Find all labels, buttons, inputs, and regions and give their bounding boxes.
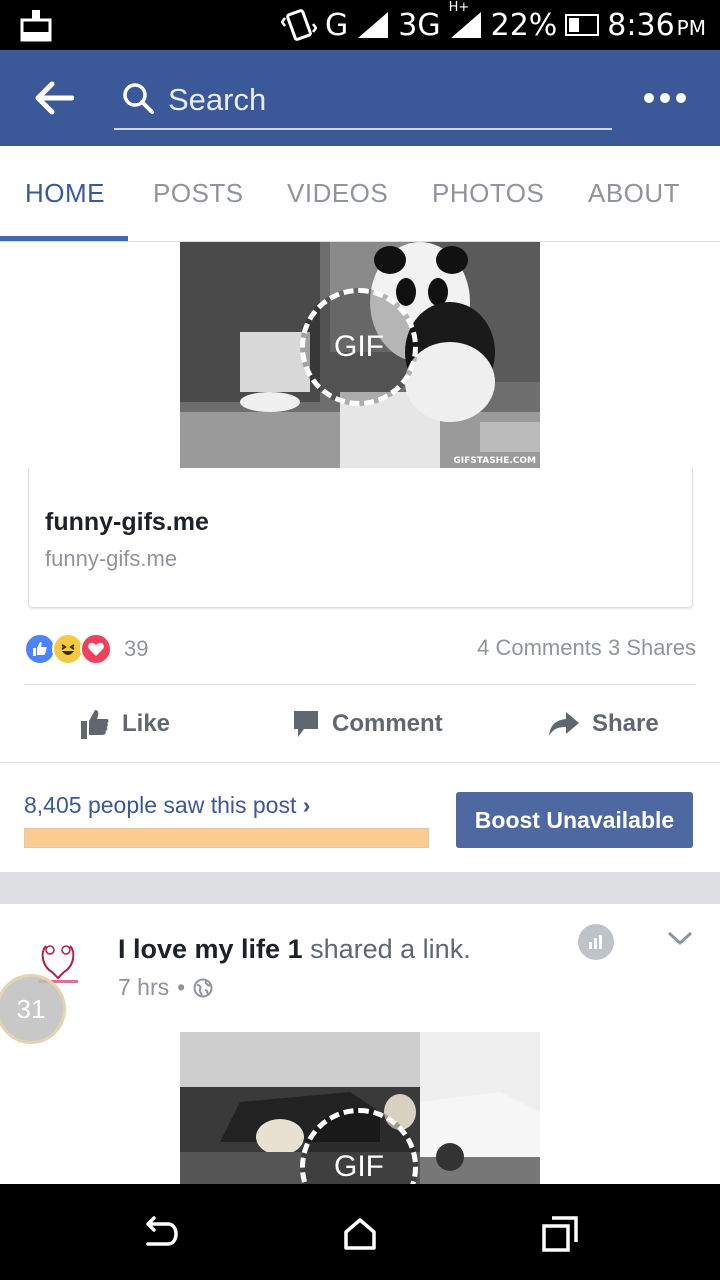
comment-label: Comment [332, 710, 443, 737]
post-actions: Like Comment Share [0, 690, 720, 760]
shares-count[interactable]: 3 Shares [608, 635, 696, 660]
comment-button[interactable]: Comment [292, 706, 443, 742]
post-action-text: shared a link. [310, 934, 471, 964]
tab-about[interactable]: ABOUT [588, 178, 680, 209]
reactions-summary[interactable]: 39 [24, 632, 148, 666]
link-title[interactable]: funny-gifs.me [45, 508, 209, 537]
gif-image[interactable]: GIF [180, 1032, 540, 1184]
comments-shares-summary[interactable]: 4 Comments 3 Shares [477, 635, 696, 661]
status-bar: G 3G H+ 22% 8:36 PM [0, 0, 720, 50]
reach-progress-bar [24, 828, 429, 848]
vibrate-icon [281, 9, 318, 41]
reach-progress-fill [25, 829, 428, 847]
like-label: Like [122, 710, 171, 737]
battery-icon [565, 14, 600, 36]
thumbs-up-icon [81, 710, 109, 739]
gif-badge[interactable]: GIF [300, 288, 418, 406]
love-reaction-icon [80, 633, 112, 665]
post-reach-link[interactable]: 8,405 people saw this post › [24, 792, 310, 819]
app-header [0, 50, 720, 146]
network-3g-label: 3G [398, 7, 441, 43]
back-arrow-icon[interactable] [34, 80, 74, 116]
nav-home-icon[interactable] [340, 1214, 380, 1254]
search-box[interactable] [114, 80, 612, 130]
share-arrow-icon [549, 712, 579, 736]
post-meta: 7 hrs • [118, 974, 213, 1001]
tab-videos[interactable]: VIDEOS [287, 178, 388, 209]
insights-icon[interactable] [578, 924, 614, 960]
share-button[interactable]: Share [548, 706, 659, 742]
globe-icon [193, 978, 213, 997]
link-card[interactable]: funny-gifs.me funny-gifs.me [28, 468, 693, 608]
tab-photos[interactable]: PHOTOS [432, 178, 544, 209]
reaction-count: 39 [124, 636, 149, 661]
network-g-label: G [325, 7, 349, 43]
notification-bubble[interactable]: 31 [0, 974, 66, 1044]
signal-icon [358, 12, 389, 38]
meta-dot: • [177, 974, 186, 1000]
clock-time: 8:36 [607, 7, 675, 43]
gif-watermark: GIFSTASHE.COM [453, 456, 536, 466]
post-header: I love my life 1 shared a link. [118, 934, 471, 965]
tab-home[interactable]: HOME [25, 178, 105, 209]
page-name-link[interactable]: I love my life 1 [118, 934, 303, 964]
divider [0, 762, 720, 763]
clock-ampm: PM [676, 15, 706, 40]
nav-back-icon[interactable] [140, 1214, 180, 1254]
like-button[interactable]: Like [80, 706, 170, 742]
page-tabs: HOME POSTS VIDEOS PHOTOS ABOUT [0, 146, 720, 242]
post-reach-text: 8,405 people saw this post [24, 792, 297, 818]
link-domain: funny-gifs.me [45, 546, 178, 571]
cleaner-icon [20, 10, 52, 42]
more-icon[interactable] [644, 86, 690, 110]
comment-icon [294, 711, 318, 737]
chevron-right-icon: › [302, 792, 311, 818]
system-nav-bar [0, 1184, 720, 1280]
share-label: Share [592, 710, 659, 737]
active-tab-indicator [0, 236, 128, 241]
feed-separator [0, 872, 720, 904]
battery-percent: 22% [490, 7, 558, 43]
gif-image[interactable]: GIF GIFSTASHE.COM [180, 242, 540, 468]
status-indicators: G 3G H+ 22% 8:36 PM [281, 0, 706, 46]
divider [24, 684, 696, 685]
search-icon [123, 83, 154, 114]
comments-count[interactable]: 4 Comments [477, 635, 602, 660]
post-time[interactable]: 7 hrs [118, 974, 169, 1001]
tab-posts[interactable]: POSTS [153, 178, 244, 209]
boost-button[interactable]: Boost Unavailable [456, 792, 693, 848]
nav-recents-icon[interactable] [540, 1214, 580, 1254]
chevron-down-icon[interactable] [666, 928, 694, 948]
search-input[interactable] [168, 80, 598, 120]
network-hplus-label: H+ [448, 0, 470, 15]
